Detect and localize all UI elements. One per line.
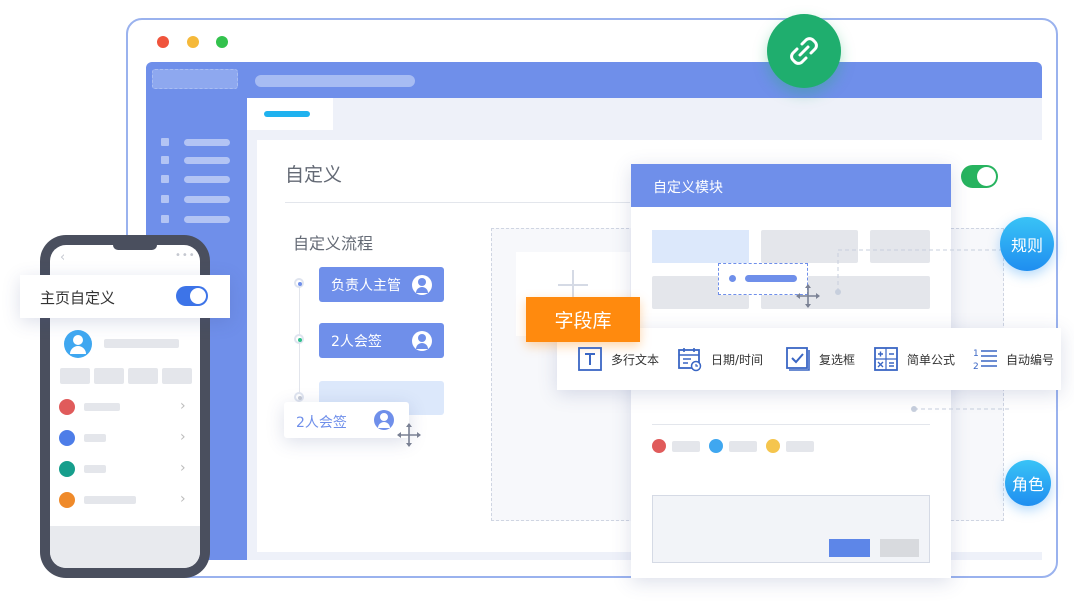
- back-icon[interactable]: ‹: [60, 250, 65, 265]
- option-line: [672, 441, 700, 452]
- formula-icon: [874, 347, 898, 371]
- sidebar-item-icon: [161, 175, 169, 183]
- red-dot: [652, 439, 666, 453]
- toggle-knob: [977, 167, 996, 186]
- flow-title: 自定义流程: [293, 234, 374, 253]
- sidebar-item-icon: [161, 215, 169, 223]
- rules-badge[interactable]: 规则: [1000, 217, 1054, 271]
- phone-tab[interactable]: [94, 368, 124, 384]
- maximize-dot-icon[interactable]: [216, 36, 228, 48]
- chevron-right-icon: ›: [180, 491, 186, 507]
- more-icon[interactable]: •••: [175, 250, 196, 261]
- flow-step-countersign[interactable]: 2人会签: [319, 323, 444, 358]
- link-icon: [790, 37, 818, 65]
- field-label: 自动编号: [1006, 352, 1055, 367]
- sidebar-item-icon: [161, 156, 169, 164]
- flow-step-label: 2人会签: [331, 333, 382, 350]
- dragging-flow-label: 2人会签: [296, 415, 347, 431]
- move-cursor-icon: [397, 423, 421, 447]
- phone-username-line: [104, 339, 179, 348]
- list-item[interactable]: [84, 403, 120, 411]
- yellow-dot: [766, 439, 780, 453]
- phone-tab[interactable]: [128, 368, 158, 384]
- tab-indicator: [264, 111, 310, 117]
- module-toggle[interactable]: [961, 165, 998, 188]
- roles-badge[interactable]: 角色: [1005, 460, 1051, 506]
- cancel-button[interactable]: [880, 539, 919, 557]
- list-item-icon: [59, 430, 75, 446]
- field-simple-formula[interactable]: 简单公式: [873, 346, 955, 372]
- list-item[interactable]: [84, 434, 106, 442]
- chevron-right-icon: ›: [180, 429, 186, 445]
- chevron-right-icon: ›: [180, 460, 186, 476]
- svg-text:1: 1: [973, 349, 979, 359]
- flow-node: [294, 278, 304, 288]
- list-item-icon: [59, 461, 75, 477]
- close-dot-icon[interactable]: [157, 36, 169, 48]
- module-header: 自定义模块: [631, 164, 951, 207]
- sidebar-item[interactable]: [184, 196, 230, 203]
- chevron-right-icon: ›: [180, 398, 186, 414]
- field-datetime[interactable]: 日期/时间: [677, 346, 763, 372]
- field-label: 多行文本: [611, 352, 660, 367]
- module-field[interactable]: [652, 230, 749, 263]
- title-divider: [285, 202, 630, 203]
- field-multiline-text[interactable]: 多行文本: [577, 346, 659, 372]
- homepage-custom-toggle[interactable]: [176, 286, 208, 306]
- list-item-icon: [59, 492, 75, 508]
- link-button[interactable]: [767, 14, 841, 88]
- numbered-list-icon: 1 2: [973, 349, 997, 372]
- user-avatar-icon: [412, 275, 432, 295]
- field-label: 日期/时间: [711, 352, 764, 367]
- list-item[interactable]: [84, 496, 136, 504]
- calendar-icon: [678, 348, 702, 372]
- field-library-label[interactable]: 字段库: [526, 297, 640, 342]
- field-auto-number[interactable]: 1 2 自动编号: [972, 346, 1054, 372]
- flow-node: [294, 392, 304, 402]
- flow-step-manager[interactable]: 负责人主管: [319, 267, 444, 302]
- address-bar: [255, 75, 415, 87]
- list-item-icon: [59, 399, 75, 415]
- confirm-button[interactable]: [829, 539, 870, 557]
- list-item[interactable]: [84, 465, 106, 473]
- field-label: 复选框: [819, 352, 856, 367]
- phone-avatar: [64, 330, 92, 358]
- homepage-custom-card: 主页自定义: [20, 275, 230, 318]
- homepage-custom-label: 主页自定义: [40, 289, 116, 307]
- option-line: [786, 441, 814, 452]
- svg-text:2: 2: [973, 362, 979, 372]
- option-line: [729, 441, 757, 452]
- logo-placeholder: [152, 69, 238, 89]
- user-avatar-icon: [412, 331, 432, 351]
- sidebar-item[interactable]: [184, 139, 230, 146]
- checkbox-icon: [786, 347, 810, 371]
- module-title: 自定义模块: [653, 180, 723, 196]
- field-label: 简单公式: [907, 352, 956, 367]
- phone-notch: [113, 245, 157, 250]
- blue-dot: [709, 439, 723, 453]
- flow-step-label: 负责人主管: [331, 277, 401, 294]
- phone-tab[interactable]: [60, 368, 90, 384]
- user-avatar-icon: [374, 410, 394, 430]
- move-cursor-icon: [796, 284, 820, 308]
- flow-node: [294, 334, 304, 344]
- toggle-knob: [190, 288, 206, 304]
- phone-tab[interactable]: [162, 368, 192, 384]
- sidebar-item-icon: [161, 195, 169, 203]
- sidebar-item[interactable]: [184, 176, 230, 183]
- field-checkbox[interactable]: 复选框: [785, 346, 855, 372]
- phone-bottom-area: [50, 526, 200, 568]
- text-icon: [578, 347, 602, 371]
- sidebar-item-icon: [161, 138, 169, 146]
- sidebar-item[interactable]: [184, 157, 230, 164]
- page-title: 自定义: [285, 164, 343, 186]
- sidebar-item[interactable]: [184, 216, 230, 223]
- minimize-dot-icon[interactable]: [187, 36, 199, 48]
- dragging-flow-step[interactable]: 2人会签: [284, 402, 409, 438]
